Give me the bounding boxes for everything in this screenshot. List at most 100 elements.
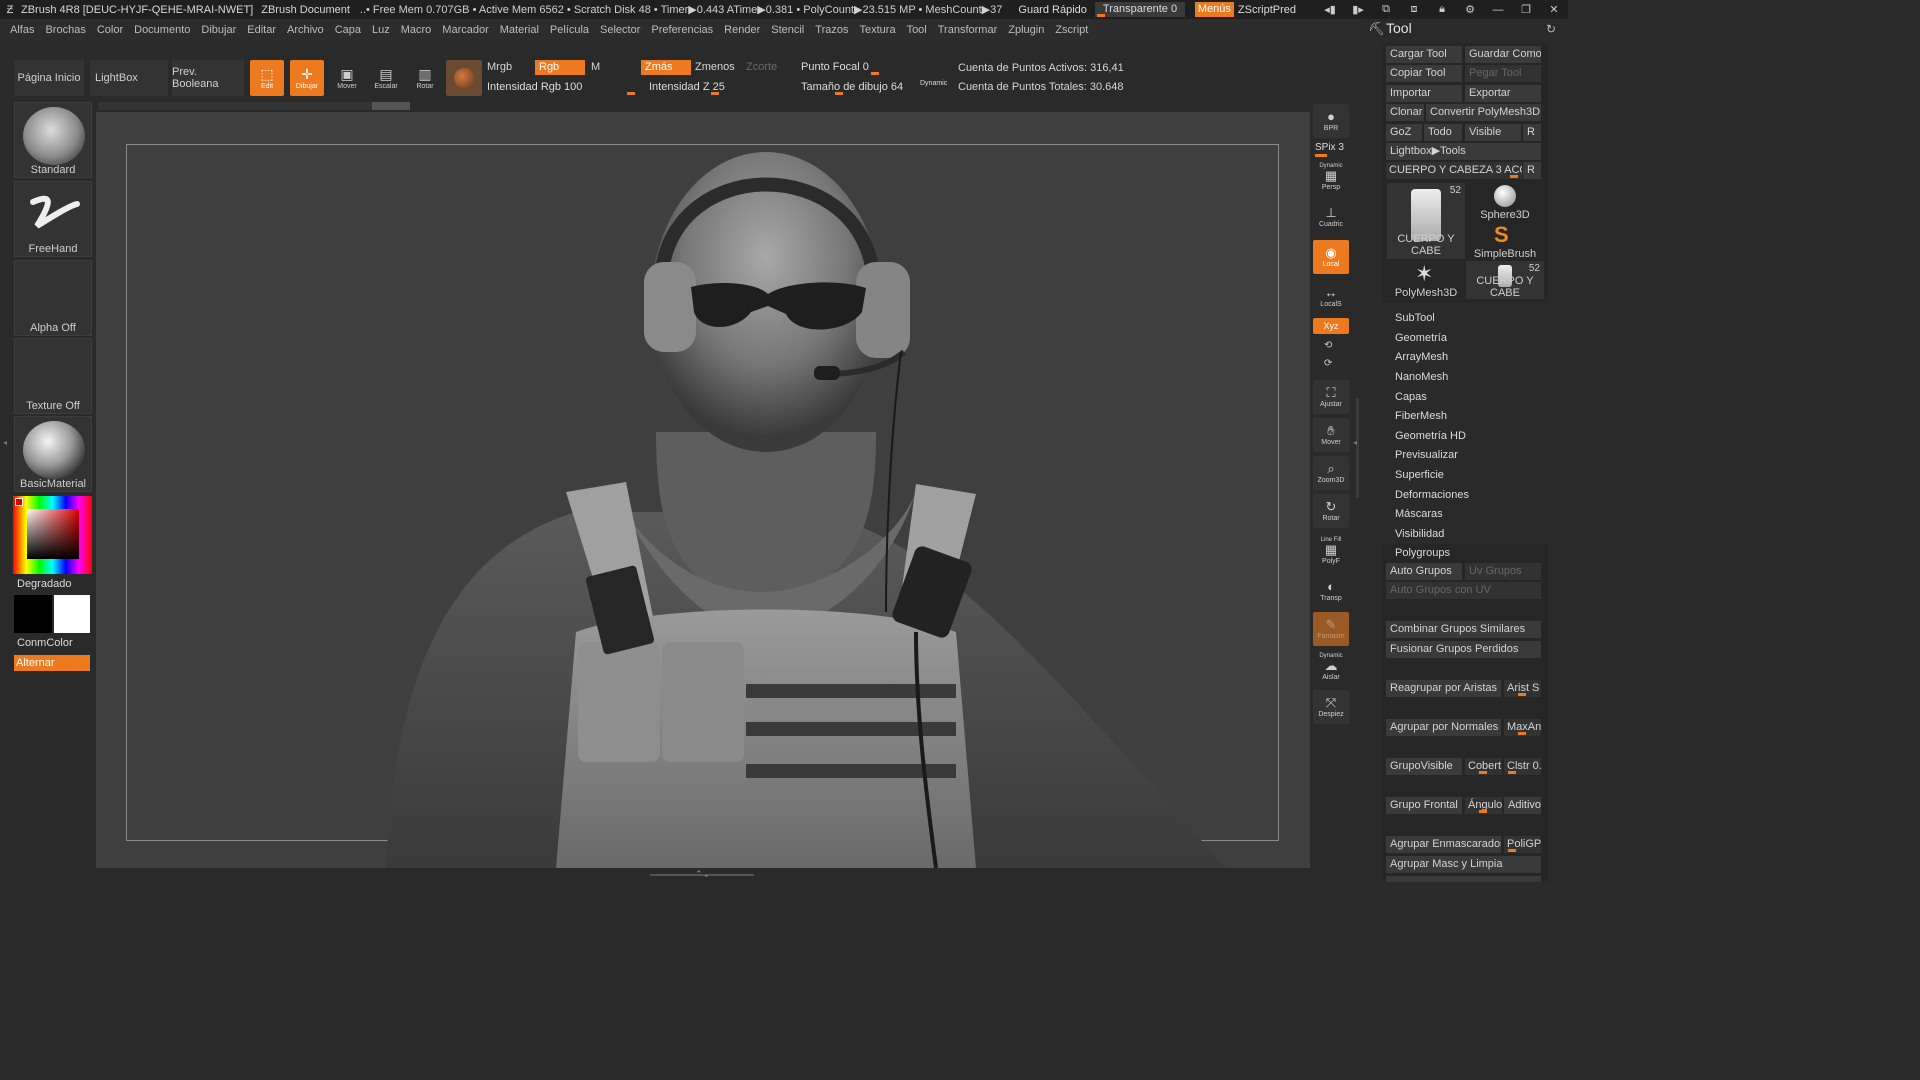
geometry-hd-section[interactable]: Geometría HD <box>1395 430 1466 442</box>
secondary-color-swatch[interactable] <box>54 595 90 633</box>
menu-color[interactable]: Color <box>97 24 123 36</box>
palette-refresh-icon[interactable]: ↻ <box>1546 22 1556 36</box>
live-boolean-button[interactable]: Prev. Booleana <box>172 60 244 96</box>
load-tool-button[interactable]: Cargar Tool <box>1386 46 1462 63</box>
material-swatch[interactable] <box>446 60 482 96</box>
menu-render[interactable]: Render <box>724 24 760 36</box>
move-view-button[interactable]: ✋︎ Mover <box>1313 418 1349 452</box>
preview-section[interactable]: Previsualizar <box>1395 449 1458 461</box>
paste-tool-button[interactable]: Pegar Tool <box>1465 65 1541 82</box>
alpha-slot[interactable]: Alpha Off <box>14 260 92 336</box>
menu-brush[interactable]: Brochas <box>45 24 85 36</box>
tool-thumb-body[interactable]: 52 CUERPO Y CABE <box>1387 183 1465 259</box>
transparent-slider[interactable]: Transparente 0 <box>1094 2 1185 17</box>
menu-texture[interactable]: Textura <box>859 24 895 36</box>
menu-stroke[interactable]: Trazos <box>815 24 848 36</box>
polygroups-section[interactable]: Polygroups <box>1395 547 1450 559</box>
lightbox-button[interactable]: LightBox <box>90 60 168 96</box>
xyz-button[interactable]: Xyz <box>1313 318 1349 334</box>
edit-button[interactable]: ⬚ Edit <box>250 60 284 96</box>
bottom-collapse-arrow-icon[interactable]: ⌃⌄ <box>695 869 710 880</box>
deformation-section[interactable]: Deformaciones <box>1395 489 1469 501</box>
local-button[interactable]: ◉ Local <box>1313 240 1349 274</box>
menu-zscript[interactable]: Zscript <box>1055 24 1088 36</box>
close-icon[interactable]: ✕ <box>1540 3 1568 16</box>
zsub-toggle[interactable]: Zmenos <box>691 60 741 75</box>
brush-slot[interactable]: Standard <box>14 102 92 178</box>
move-button[interactable]: ▣ Mover <box>330 60 364 96</box>
menu-picker[interactable]: Selector <box>600 24 640 36</box>
regroup-by-edges-button[interactable]: Reagrupar por Aristas <box>1386 680 1501 697</box>
next-polygroup-button[interactable] <box>1386 876 1541 882</box>
rotate-y-icon[interactable]: ⟲ <box>1324 340 1332 351</box>
auto-groups-button[interactable]: Auto Grupos <box>1386 563 1462 580</box>
rotate-view-button[interactable]: ↻ Rotar <box>1313 494 1349 528</box>
right-shelf-scrollbar[interactable] <box>1356 398 1359 498</box>
clone-button[interactable]: Clonar <box>1386 104 1424 121</box>
stroke-slot[interactable]: FreeHand <box>14 181 92 257</box>
lightbox-tools-button[interactable]: Lightbox▶Tools <box>1386 143 1541 160</box>
merge-stray-groups-button[interactable]: Fusionar Grupos Perdidos <box>1386 641 1541 658</box>
minimize-icon[interactable]: — <box>1484 4 1512 16</box>
export-button[interactable]: Exportar <box>1465 85 1541 102</box>
locals-button[interactable]: ↔ LocalS <box>1313 280 1349 314</box>
rotate-button[interactable]: ▥ Rotar <box>408 60 442 96</box>
m-toggle[interactable]: M <box>587 60 637 75</box>
menu-macro[interactable]: Macro <box>401 24 432 36</box>
bpr-render-button[interactable]: ● BPR <box>1313 104 1349 138</box>
goz-visible-button[interactable]: Visible <box>1465 124 1521 141</box>
menu-edit[interactable]: Editar <box>247 24 276 36</box>
menu-marker[interactable]: Marcador <box>442 24 488 36</box>
home-page-button[interactable]: Página Inicio <box>14 60 84 96</box>
texture-slot[interactable]: Texture Off <box>14 338 92 414</box>
rgb-toggle[interactable]: Rgb <box>535 60 585 75</box>
settings-icon[interactable]: ⚙ <box>1456 3 1484 16</box>
group-by-normals-button[interactable]: Agrupar por Normales <box>1386 719 1501 736</box>
angle-slider[interactable]: Ángulo <box>1465 797 1502 814</box>
copy-tool-button[interactable]: Copiar Tool <box>1386 65 1462 82</box>
layers-section[interactable]: Capas <box>1395 391 1427 403</box>
menu-movie[interactable]: Película <box>550 24 589 36</box>
color-picker[interactable] <box>13 496 92 574</box>
goz-r-button[interactable]: R <box>1523 124 1541 141</box>
floor-button[interactable]: ⊥ Cuadric <box>1313 200 1349 234</box>
coverage-slider[interactable]: Cobert <box>1465 758 1502 775</box>
zscript-pred-button[interactable]: ZScriptPred <box>1238 4 1296 16</box>
gradient-label[interactable]: Degradado <box>17 578 71 590</box>
menu-tool[interactable]: Tool <box>907 24 927 36</box>
toolbar-scroll-handle[interactable] <box>372 102 410 110</box>
group-masked-button[interactable]: Agrupar Enmascarados <box>1386 836 1501 853</box>
group-masked-clear-button[interactable]: Agrupar Masc y Limpia <box>1386 856 1541 873</box>
tool-r-button[interactable]: R <box>1523 162 1541 179</box>
maxangle-slider[interactable]: MaxAng <box>1504 719 1541 736</box>
tool-thumb-simplebrush[interactable]: S SimpleBrush <box>1466 222 1544 260</box>
focal-point-slider[interactable]: Punto Focal 0 <box>797 59 951 75</box>
material-slot[interactable]: BasicMaterial <box>14 416 92 492</box>
mrgb-toggle[interactable]: Mrgb <box>483 60 531 75</box>
polyframe-button[interactable]: Line Fill ▦ PolyF <box>1313 534 1349 568</box>
goz-button[interactable]: GoZ <box>1386 124 1422 141</box>
persp-button[interactable]: Dynamic ▦ Persp <box>1313 160 1349 194</box>
xpose-button[interactable]: ⤧ Despiez <box>1313 690 1349 724</box>
goz-all-button[interactable]: Todo <box>1424 124 1462 141</box>
spix-slider[interactable]: SPix 3 <box>1315 142 1344 153</box>
make-polymesh-button[interactable]: Convertir PolyMesh3D <box>1426 104 1541 121</box>
arraymesh-section[interactable]: ArrayMesh <box>1395 351 1448 363</box>
masking-section[interactable]: Máscaras <box>1395 508 1443 520</box>
layout-right-icon[interactable]: ▮▸ <box>1344 3 1372 16</box>
restore-icon[interactable]: ❐ <box>1512 3 1540 16</box>
fibermesh-section[interactable]: FiberMesh <box>1395 410 1447 422</box>
rotate-z-icon[interactable]: ⟳ <box>1324 358 1332 369</box>
custom-ui-icon[interactable]: ⧈ <box>1400 3 1428 16</box>
sculpt-model-soldier[interactable] <box>96 112 1310 868</box>
layout-left-icon[interactable]: ◂▮ <box>1316 3 1344 16</box>
geometry-section[interactable]: Geometría <box>1395 332 1447 344</box>
additive-button[interactable]: Aditivo <box>1504 797 1541 814</box>
zadd-toggle[interactable]: Zmás <box>641 60 691 75</box>
frame-button[interactable]: ⛶ Ajustar <box>1313 380 1349 414</box>
group-visible-button[interactable]: GrupoVisible <box>1386 758 1462 775</box>
zoom3d-button[interactable]: ⌕ Zoom3D <box>1313 456 1349 490</box>
menu-alpha[interactable]: Alfas <box>10 24 34 36</box>
right-collapse-arrow-icon[interactable]: ◂ <box>1353 438 1357 447</box>
subtool-section[interactable]: SubTool <box>1395 312 1435 324</box>
